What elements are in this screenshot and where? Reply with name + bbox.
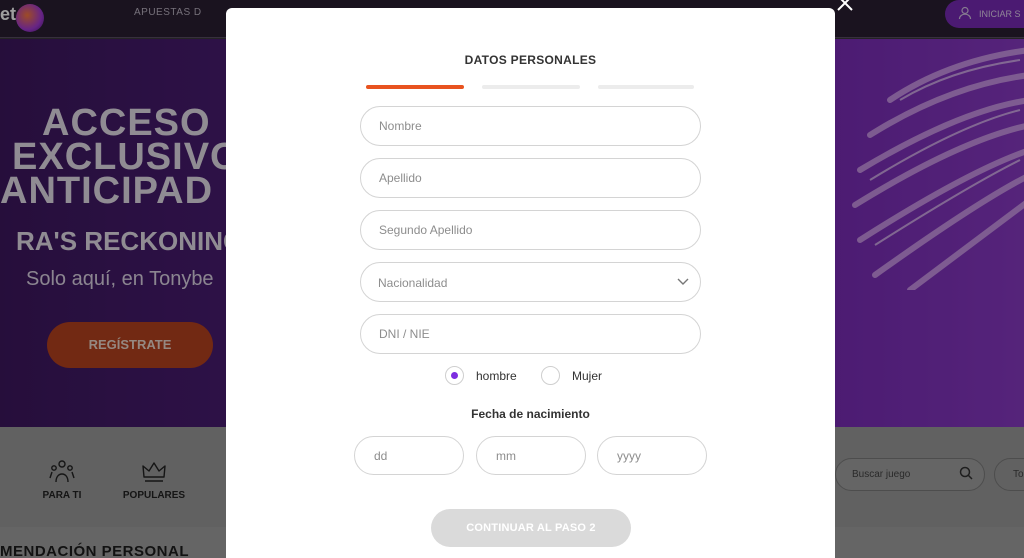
step-indicator-3 [598,85,694,89]
dni-input[interactable] [361,315,700,353]
dob-label: Fecha de nacimiento [471,407,590,421]
nombre-input[interactable] [361,107,700,145]
gender-label-hombre[interactable]: hombre [476,369,517,383]
gender-radio-mujer[interactable] [541,366,560,385]
segundo-apellido-input[interactable] [361,211,700,249]
dob-day-input[interactable] [355,437,463,474]
gender-radio-hombre[interactable] [445,366,464,385]
close-icon[interactable] [836,0,854,12]
apellido-input[interactable] [361,159,700,197]
dob-year-wrapper [597,436,707,475]
dob-month-wrapper [476,436,586,475]
modal-title: DATOS PERSONALES [464,53,597,67]
dob-day-wrapper [354,436,464,475]
step-indicator-1 [366,85,464,89]
nombre-field-wrapper [360,106,701,146]
nacionalidad-select[interactable]: Nacionalidad [360,262,701,302]
nacionalidad-label: Nacionalidad [378,276,448,290]
continue-step-2-button[interactable]: CONTINUAR AL PASO 2 [431,509,631,547]
chevron-down-icon [677,278,689,285]
dob-year-input[interactable] [598,437,706,474]
personal-data-modal: DATOS PERSONALES Nacionalidad hombre Muj… [226,8,835,558]
step-indicator-2 [482,85,580,89]
dni-field-wrapper [360,314,701,354]
segundo-apellido-field-wrapper [360,210,701,250]
radio-selected-dot [451,372,458,379]
gender-label-mujer[interactable]: Mujer [572,369,602,383]
dob-month-input[interactable] [477,437,585,474]
apellido-field-wrapper [360,158,701,198]
